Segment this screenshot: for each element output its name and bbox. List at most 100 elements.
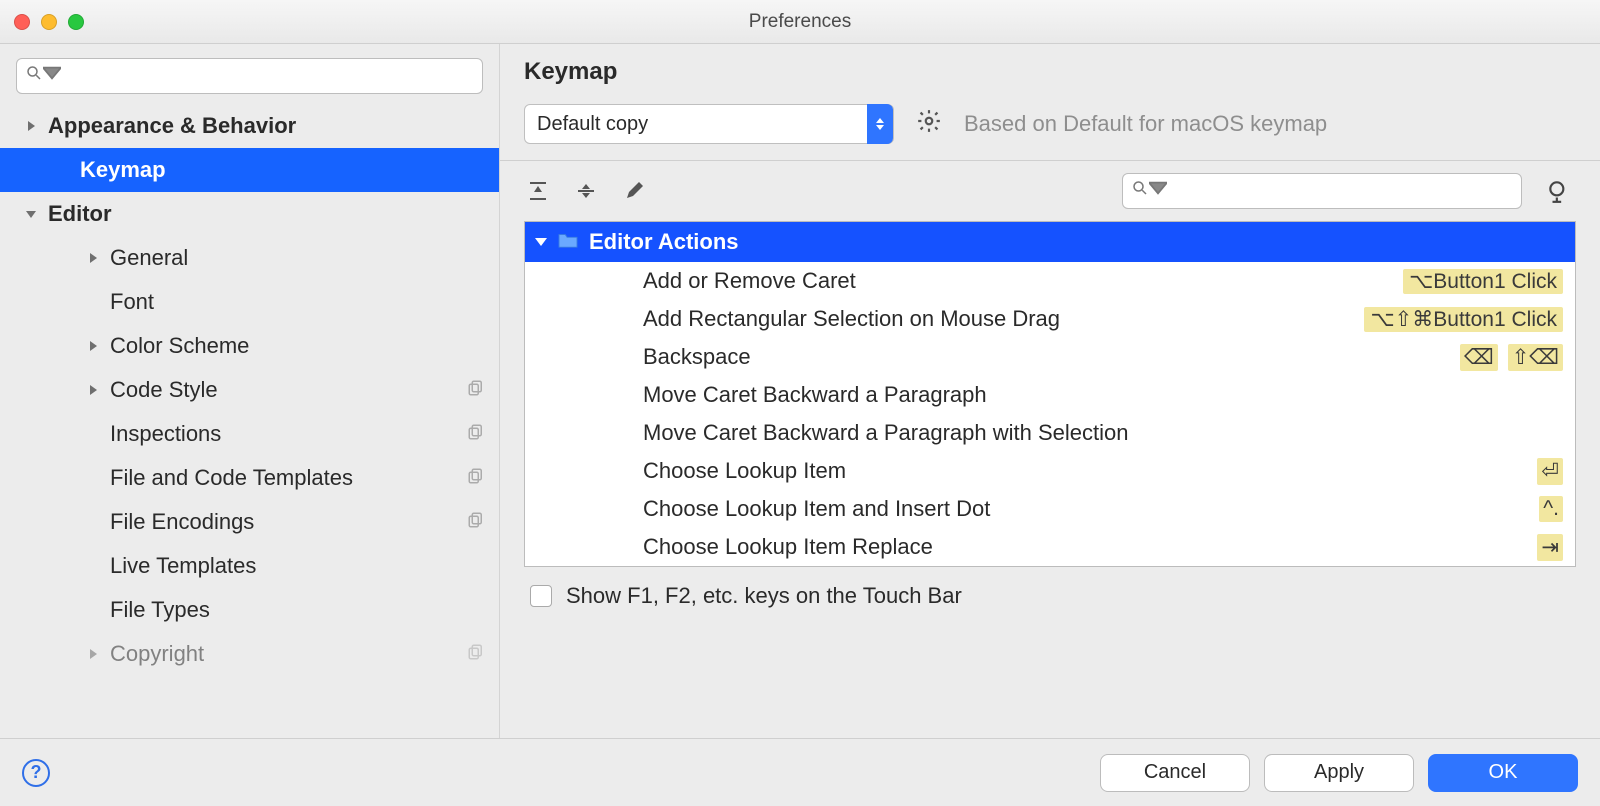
sidebar-item-label: File and Code Templates [110, 465, 353, 491]
select-stepper-icon [867, 104, 893, 144]
sidebar-item-file-encodings[interactable]: File Encodings [0, 500, 499, 544]
action-row[interactable]: Choose Lookup Item Replace ⇥ [525, 528, 1575, 566]
action-shortcuts: ⏎ [1537, 458, 1563, 485]
disclosure-triangle-icon [86, 385, 100, 395]
ok-button[interactable]: OK [1428, 754, 1578, 792]
sidebar-item-label: Code Style [110, 377, 218, 403]
disclosure-triangle-icon [24, 209, 38, 219]
actions-search[interactable] [1122, 173, 1522, 209]
window-title: Preferences [0, 11, 1600, 33]
action-shortcuts: ⇥ [1537, 534, 1563, 561]
sidebar-item-general[interactable]: General [0, 236, 499, 280]
sidebar-item-code-style[interactable]: Code Style [0, 368, 499, 412]
action-label: Choose Lookup Item [643, 458, 846, 484]
touchbar-checkbox[interactable] [530, 585, 552, 607]
sidebar-tree: Appearance & Behavior Keymap Editor General… [0, 104, 499, 738]
edit-icon[interactable] [620, 177, 648, 205]
sidebar-item-label: Inspections [110, 421, 221, 447]
action-label: Backspace [643, 344, 751, 370]
action-row[interactable]: Move Caret Backward a Paragraph with Sel… [525, 414, 1575, 452]
disclosure-triangle-icon [86, 253, 100, 263]
sidebar-item-label: Color Scheme [110, 333, 249, 359]
chevron-down-icon [1149, 179, 1167, 203]
action-row[interactable]: Choose Lookup Item and Insert Dot ^. [525, 490, 1575, 528]
sidebar-item-live-templates[interactable]: Live Templates [0, 544, 499, 588]
disclosure-triangle-icon [86, 649, 100, 659]
disclosure-triangle-icon [86, 341, 100, 351]
chevron-down-icon [43, 64, 61, 88]
action-shortcuts: ⌫ ⇧⌫ [1460, 344, 1563, 371]
sidebar-item-label: File Types [110, 597, 210, 623]
sidebar-item-inspections[interactable]: Inspections [0, 412, 499, 456]
action-label: Move Caret Backward a Paragraph with Sel… [643, 420, 1128, 446]
action-shortcuts: ⌥⇧⌘Button1 Click [1364, 307, 1563, 332]
scheme-copy-icon [467, 377, 485, 403]
gear-icon[interactable] [916, 108, 942, 140]
scheme-copy-icon [467, 641, 485, 667]
sidebar-item-color-scheme[interactable]: Color Scheme [0, 324, 499, 368]
sidebar-item-label: Editor [48, 201, 112, 227]
action-label: Move Caret Backward a Paragraph [643, 382, 987, 408]
sidebar-item-file-and-code-templates[interactable]: File and Code Templates [0, 456, 499, 500]
sidebar-item-font[interactable]: Font [0, 280, 499, 324]
shortcut-badge: ⌥⇧⌘Button1 Click [1364, 307, 1563, 332]
sidebar-item-editor[interactable]: Editor [0, 192, 499, 236]
actions-list[interactable]: Editor Actions Add or Remove Caret⌥Butto… [524, 221, 1576, 567]
action-row[interactable]: Move Caret Backward a Paragraph [525, 376, 1575, 414]
preferences-sidebar: Appearance & Behavior Keymap Editor General… [0, 44, 500, 738]
folder-icon [557, 229, 579, 255]
sidebar-item-label: General [110, 245, 188, 271]
sidebar-search[interactable] [16, 58, 483, 94]
sidebar-item-label: Copyright [110, 641, 204, 667]
apply-button[interactable]: Apply [1264, 754, 1414, 792]
touchbar-checkbox-label: Show F1, F2, etc. keys on the Touch Bar [566, 583, 962, 609]
shortcut-badge: ⇥ [1537, 534, 1563, 561]
sidebar-item-label: Appearance & Behavior [48, 113, 296, 139]
sidebar-item-label: Keymap [80, 157, 166, 183]
scheme-copy-icon [467, 421, 485, 447]
cancel-button[interactable]: Cancel [1100, 754, 1250, 792]
titlebar: Preferences [0, 0, 1600, 44]
content-pane: Keymap Default copy Based on Default for… [500, 44, 1600, 738]
sidebar-item-label: Live Templates [110, 553, 256, 579]
based-on-label: Based on Default for macOS keymap [964, 111, 1327, 137]
sidebar-item-label: File Encodings [110, 509, 254, 535]
sidebar-item-label: Font [110, 289, 154, 315]
keymap-scheme-select[interactable]: Default copy [524, 104, 894, 144]
actions-search-input[interactable] [1173, 181, 1513, 202]
page-title: Keymap [500, 44, 1600, 104]
sidebar-item-keymap[interactable]: Keymap [0, 148, 499, 192]
action-row[interactable]: Backspace ⌫ ⇧⌫ [525, 338, 1575, 376]
action-label: Add Rectangular Selection on Mouse Drag [643, 306, 1060, 332]
action-shortcuts: ⌥Button1 Click [1403, 269, 1563, 294]
shortcut-badge: ⌫ [1460, 344, 1498, 371]
action-label: Choose Lookup Item Replace [643, 534, 933, 560]
sidebar-search-input[interactable] [67, 66, 474, 87]
scheme-copy-icon [467, 465, 485, 491]
actions-group-header[interactable]: Editor Actions [525, 222, 1575, 262]
shortcut-badge: ⏎ [1537, 458, 1563, 485]
keymap-scheme-value: Default copy [537, 113, 648, 136]
shortcut-badge: ^. [1539, 496, 1563, 522]
action-row[interactable]: Add Rectangular Selection on Mouse Drag ⌥… [525, 300, 1575, 338]
shortcut-badge: ⌥Button1 Click [1403, 269, 1563, 294]
sidebar-item-copyright[interactable]: Copyright [0, 632, 499, 676]
search-icon [25, 64, 43, 88]
expand-all-icon[interactable] [524, 177, 552, 205]
help-button[interactable]: ? [22, 759, 50, 787]
dialog-footer: ? Cancel Apply OK [0, 738, 1600, 806]
scheme-copy-icon [467, 509, 485, 535]
sidebar-item-appearance-behavior[interactable]: Appearance & Behavior [0, 104, 499, 148]
group-header-label: Editor Actions [589, 229, 739, 255]
collapse-all-icon[interactable] [572, 177, 600, 205]
shortcut-badge: ⇧⌫ [1508, 344, 1563, 371]
triangle-down-icon [535, 238, 547, 246]
action-row[interactable]: Choose Lookup Item ⏎ [525, 452, 1575, 490]
find-by-shortcut-icon[interactable] [1542, 178, 1576, 204]
action-label: Choose Lookup Item and Insert Dot [643, 496, 990, 522]
sidebar-item-file-types[interactable]: File Types [0, 588, 499, 632]
action-row[interactable]: Add or Remove Caret⌥Button1 Click [525, 262, 1575, 300]
disclosure-triangle-icon [24, 121, 38, 131]
search-icon [1131, 179, 1149, 203]
action-shortcuts: ^. [1539, 496, 1563, 522]
